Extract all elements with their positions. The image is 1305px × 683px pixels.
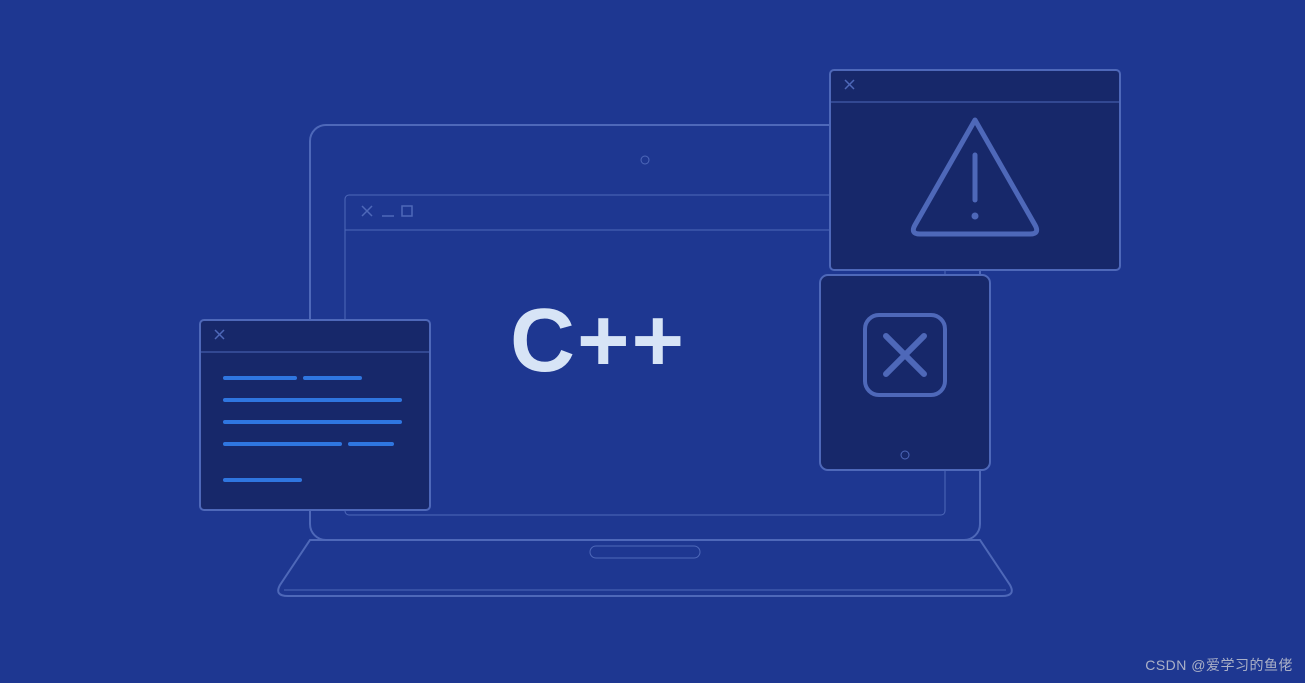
tablet-device (820, 275, 990, 470)
cpp-logo-text: C++ (510, 290, 686, 393)
close-icon (362, 206, 372, 216)
illustration-stage: C++ CSDN @爱学习的鱼佬 (0, 0, 1305, 683)
watermark-text: CSDN @爱学习的鱼佬 (1145, 655, 1293, 675)
window-controls (362, 206, 412, 216)
warning-window (830, 70, 1120, 270)
camera-icon (641, 156, 649, 164)
code-window (200, 320, 430, 510)
maximize-icon (402, 206, 412, 216)
laptop-base (278, 540, 1012, 596)
